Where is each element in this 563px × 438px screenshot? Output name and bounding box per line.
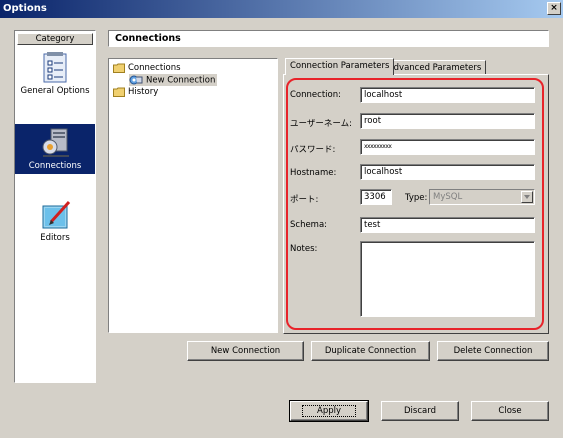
category-panel: Category General Options Connections Edi…: [14, 30, 96, 383]
delete-connection-button[interactable]: Delete Connection: [437, 341, 549, 361]
apply-button[interactable]: Apply: [289, 400, 369, 422]
tab-advanced-parameters[interactable]: Advanced Parameters: [383, 60, 487, 75]
connection-label: Connection:: [290, 90, 341, 100]
close-icon[interactable]: ×: [547, 2, 561, 15]
chevron-down-icon[interactable]: [521, 191, 533, 203]
connection-icon: [129, 75, 143, 85]
category-item-general-options[interactable]: General Options: [15, 49, 95, 99]
tab-connection-parameters[interactable]: Connection Parameters: [285, 58, 395, 75]
tree-label-history: History: [128, 87, 159, 97]
schema-field[interactable]: test: [360, 217, 535, 233]
notes-label: Notes:: [290, 244, 318, 254]
folder-icon: [113, 87, 125, 97]
password-label: パスワード:: [290, 145, 336, 155]
type-select[interactable]: MySQL: [429, 189, 535, 205]
type-label: Type:: [405, 193, 428, 203]
new-connection-button[interactable]: New Connection: [187, 341, 304, 361]
username-label: ユーザーネーム:: [290, 119, 352, 129]
hostname-field[interactable]: localhost: [360, 164, 535, 180]
folder-icon: [113, 63, 125, 73]
port-field[interactable]: 3306: [360, 189, 392, 205]
duplicate-connection-button[interactable]: Duplicate Connection: [311, 341, 430, 361]
connections-icon: [42, 128, 69, 157]
window-title: Options: [3, 3, 47, 14]
category-header: Category: [17, 33, 93, 45]
category-label-connections: Connections: [28, 161, 82, 171]
tree-item-history[interactable]: History: [113, 86, 158, 98]
connections-tree[interactable]: Connections New Connection History: [108, 58, 278, 333]
hostname-label: Hostname:: [290, 168, 337, 178]
close-button[interactable]: Close: [471, 401, 549, 421]
type-select-value: MySQL: [433, 192, 463, 202]
password-field[interactable]: xxxxxxxxx: [360, 139, 535, 155]
notes-field[interactable]: [360, 241, 535, 317]
category-item-editors[interactable]: Editors: [15, 196, 95, 246]
connection-field[interactable]: localhost: [360, 87, 535, 103]
general-options-icon: [43, 52, 67, 83]
tree-item-new-connection[interactable]: New Connection: [129, 74, 218, 86]
window-title-bar: Options ×: [0, 0, 563, 18]
section-title: Connections: [108, 30, 549, 47]
schema-label: Schema:: [290, 220, 328, 230]
discard-button[interactable]: Discard: [381, 401, 459, 421]
tree-item-connections[interactable]: Connections: [113, 62, 181, 74]
category-label-editors: Editors: [40, 233, 70, 243]
tree-label-connections: Connections: [128, 63, 181, 73]
category-item-connections[interactable]: Connections: [15, 124, 95, 174]
category-label-general-options: General Options: [20, 86, 90, 96]
editors-icon: [42, 200, 71, 229]
apply-button-label: Apply: [302, 405, 356, 417]
username-field[interactable]: root: [360, 113, 535, 129]
tree-label-new-connection: New Connection: [146, 75, 216, 86]
port-label: ポート:: [290, 195, 319, 205]
